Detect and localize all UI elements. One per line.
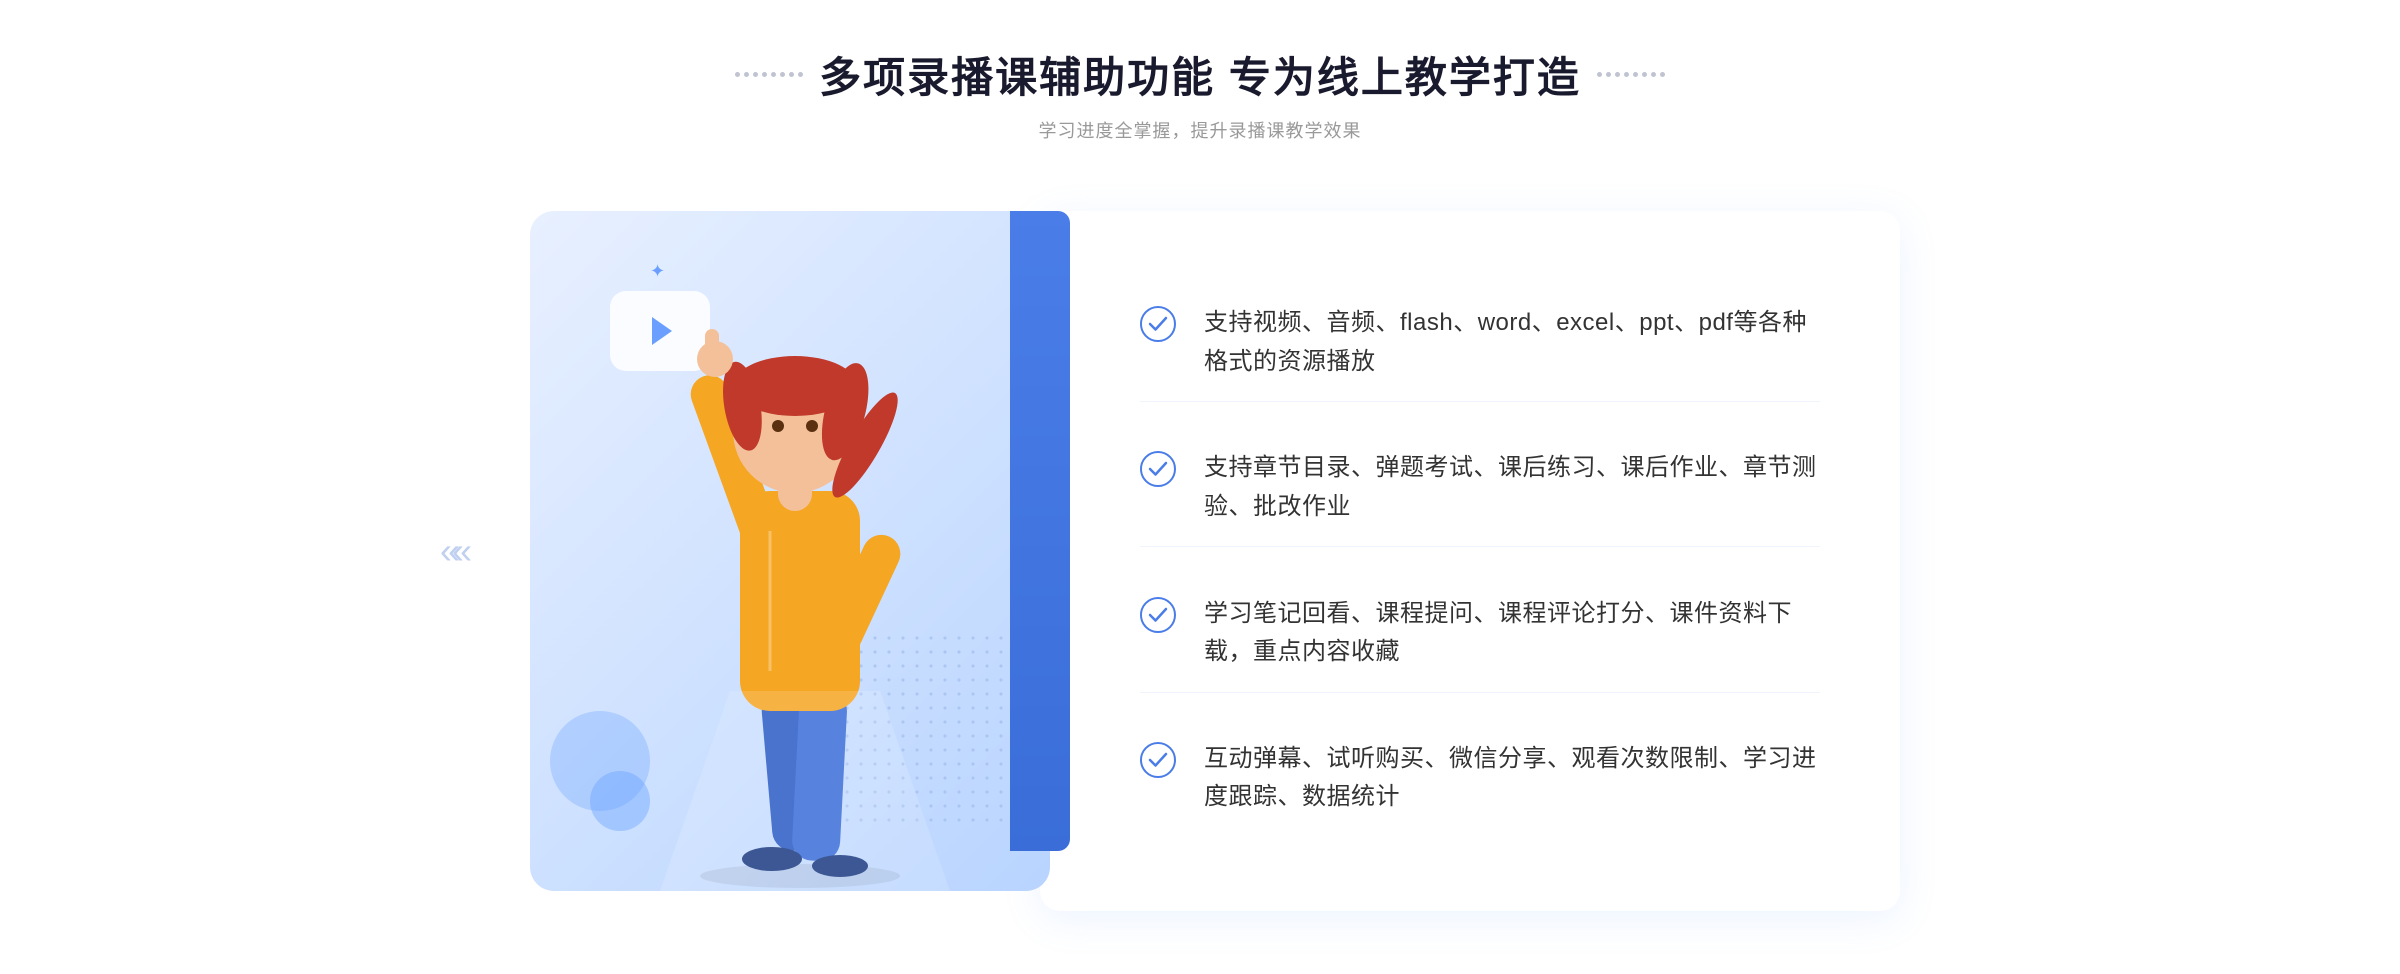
feature-item-1: 支持视频、音频、flash、word、excel、ppt、pdf等各种格式的资源… [1140, 284, 1820, 402]
title-row: 多项录播课辅助功能 专为线上教学打造 [735, 44, 1665, 105]
feature-text-2: 支持章节目录、弹题考试、课后练习、课后作业、章节测验、批改作业 [1204, 449, 1820, 526]
illustration-wrapper: «« ✦ [500, 191, 1060, 911]
decorative-dots-right [1597, 72, 1665, 77]
chevron-left-icon: «« [440, 530, 464, 572]
feature-text-1: 支持视频、音频、flash、word、excel、ppt、pdf等各种格式的资源… [1204, 304, 1820, 381]
content-area: «« ✦ [500, 191, 1900, 911]
feature-item-3: 学习笔记回看、课程提问、课程评论打分、课件资料下载，重点内容收藏 [1140, 575, 1820, 693]
feature-item-2: 支持章节目录、弹题考试、课后练习、课后作业、章节测验、批改作业 [1140, 429, 1820, 547]
check-circle-icon-2 [1140, 451, 1176, 487]
blue-accent-panel [1010, 211, 1070, 851]
check-circle-icon-4 [1140, 742, 1176, 778]
main-title: 多项录播课辅助功能 专为线上教学打造 [819, 44, 1581, 105]
feature-item-4: 互动弹幕、试听购买、微信分享、观看次数限制、学习进度跟踪、数据统计 [1140, 720, 1820, 837]
page-container: 多项录播课辅助功能 专为线上教学打造 学习进度全掌握，提升录播课教学效果 «« … [0, 4, 2400, 971]
decorative-dots-left [735, 72, 803, 77]
check-circle-icon-3 [1140, 597, 1176, 633]
illustration-background: ✦ [530, 211, 1050, 891]
feature-text-4: 互动弹幕、试听购买、微信分享、观看次数限制、学习进度跟踪、数据统计 [1204, 740, 1820, 817]
header-section: 多项录播课辅助功能 专为线上教学打造 学习进度全掌握，提升录播课教学效果 [735, 44, 1665, 143]
feature-text-3: 学习笔记回看、课程提问、课程评论打分、课件资料下载，重点内容收藏 [1204, 595, 1820, 672]
features-panel: 支持视频、音频、flash、word、excel、ppt、pdf等各种格式的资源… [1040, 211, 1900, 911]
person-illustration [530, 211, 1050, 891]
subtitle: 学习进度全掌握，提升录播课教学效果 [1038, 117, 1361, 143]
check-circle-icon-1 [1140, 306, 1176, 342]
